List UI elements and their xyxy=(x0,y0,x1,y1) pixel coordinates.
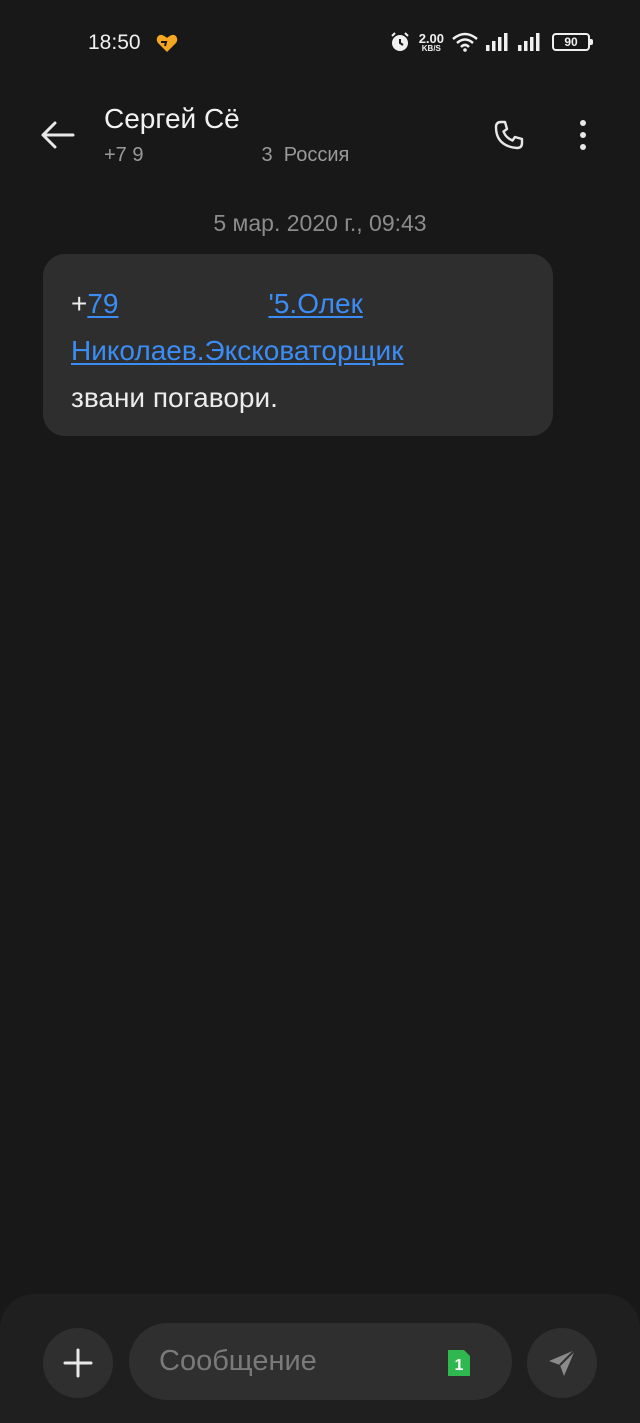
contact-phone-prefix: +7 9 xyxy=(104,144,144,166)
heart-icon xyxy=(156,34,178,52)
message-line-2: Николаев.Эксковаторщик xyxy=(71,327,525,374)
name-link[interactable]: Николаев.Эксковаторщик xyxy=(71,335,403,366)
status-icons: 2.00 KB/S 90 xyxy=(389,28,593,56)
sim-number: 1 xyxy=(455,1357,464,1374)
more-vertical-icon xyxy=(580,120,586,150)
signal-icon-2 xyxy=(518,33,540,51)
back-arrow-icon xyxy=(41,121,75,149)
phone-icon xyxy=(494,120,524,150)
network-speed: 2.00 KB/S xyxy=(419,32,444,53)
send-icon xyxy=(549,1349,576,1376)
signal-icon xyxy=(486,33,508,51)
status-bar: 18:50 2.00 KB/S 90 xyxy=(0,0,640,84)
date-separator: 5 мар. 2020 г., 09:43 xyxy=(213,210,427,236)
contact-name: Сергей Сё xyxy=(104,103,240,134)
battery-icon: 90 xyxy=(552,33,593,51)
phone-link-part2: '5.Олек xyxy=(268,288,363,319)
phone-link-part1: 79 xyxy=(87,288,119,319)
plus-icon xyxy=(63,1348,93,1378)
message-bubble[interactable]: +79 '5.Олек Николаев.Эксковаторщик звани … xyxy=(43,254,553,436)
message-input[interactable] xyxy=(159,1323,429,1400)
phone-link[interactable]: 79 '5.Олек xyxy=(87,288,362,319)
send-button[interactable] xyxy=(527,1328,597,1398)
back-button[interactable] xyxy=(34,112,80,158)
message-field[interactable]: 1 xyxy=(129,1323,512,1400)
call-button[interactable] xyxy=(486,112,532,158)
sim-icon[interactable]: 1 xyxy=(445,1347,473,1379)
message-line-3: звани погавори. xyxy=(71,382,278,413)
more-options-button[interactable] xyxy=(564,112,602,158)
contact-details: +7 9 3 Россия xyxy=(104,144,349,167)
message-line-1: +79 '5.Олек xyxy=(71,280,525,327)
contact-phone-suffix: 3 xyxy=(261,144,273,166)
network-speed-unit: KB/S xyxy=(421,43,441,53)
alarm-icon xyxy=(390,32,409,51)
status-time: 18:50 xyxy=(88,31,141,54)
message-plus: + xyxy=(71,288,88,319)
network-speed-value: 2.00 xyxy=(418,30,444,46)
add-attachment-button[interactable] xyxy=(43,1328,113,1398)
contact-country: Россия xyxy=(283,144,350,166)
wifi-icon xyxy=(452,32,478,52)
messaging-screen: 18:50 2.00 KB/S 90 Сергей Сё +7 9 3 Росс… xyxy=(0,0,640,1423)
